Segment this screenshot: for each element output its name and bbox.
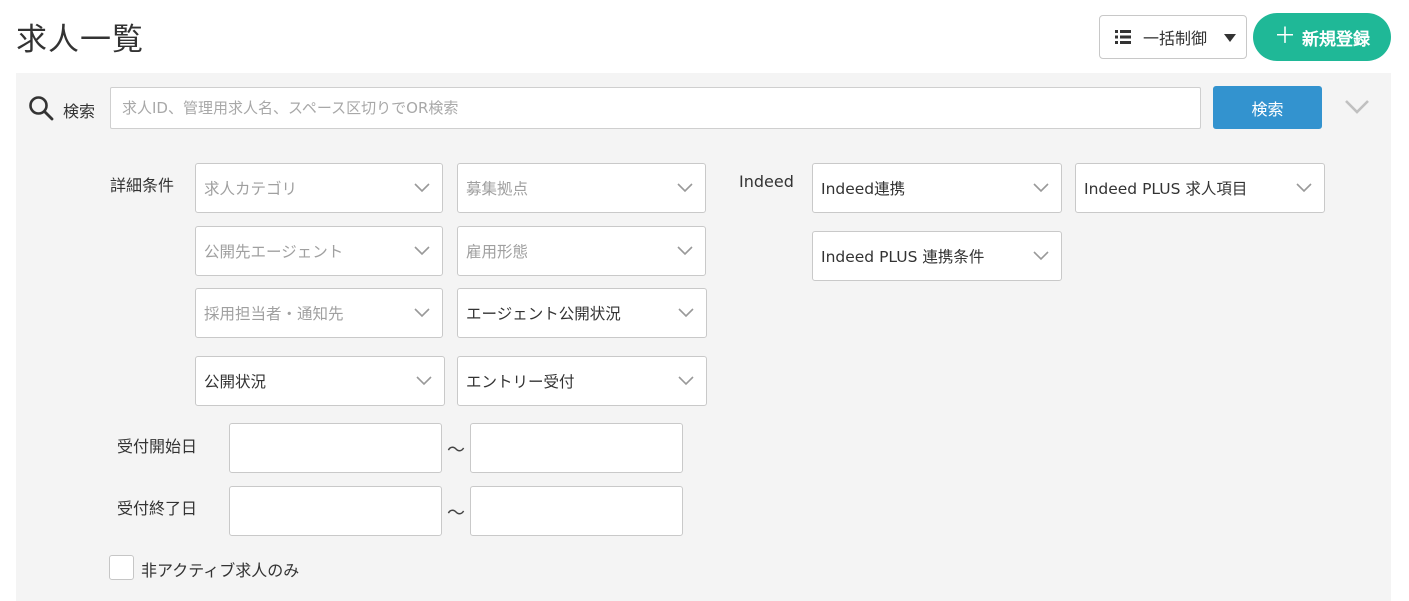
indeed-plus-condition-select[interactable]: Indeed PLUS 連携条件 — [812, 231, 1062, 281]
indeed-label: Indeed — [739, 172, 794, 191]
bulk-control-label: 一括制御 — [1143, 29, 1208, 48]
entry-acceptance-label: エントリー受付 — [466, 373, 575, 391]
public-status-label: 公開状況 — [204, 373, 267, 391]
agent-public-status-label: エージェント公開状況 — [466, 305, 621, 323]
start-date-to-input[interactable] — [470, 423, 683, 473]
indeed-plus-condition-label: Indeed PLUS 連携条件 — [821, 248, 985, 266]
employment-type-placeholder: 雇用形態 — [466, 243, 529, 261]
chevron-down-icon — [414, 183, 430, 193]
entry-acceptance-select[interactable]: エントリー受付 — [457, 356, 707, 406]
employment-type-select[interactable]: 雇用形態 — [457, 226, 706, 276]
acceptance-start-date-label: 受付開始日 — [117, 437, 198, 456]
recruiting-base-placeholder: 募集拠点 — [466, 180, 529, 198]
end-date-from-input[interactable] — [229, 486, 442, 536]
bulk-control-dropdown[interactable]: 一括制御 — [1099, 15, 1247, 59]
new-register-label: 新規登録 — [1302, 29, 1370, 50]
plus-icon: ＋ — [1273, 24, 1296, 49]
end-date-to-input[interactable] — [470, 486, 683, 536]
chevron-down-icon — [1296, 183, 1312, 193]
indeed-plus-job-item-select[interactable]: Indeed PLUS 求人項目 — [1075, 163, 1325, 213]
inactive-only-label[interactable]: 非アクティブ求人のみ — [141, 557, 299, 581]
chevron-down-icon — [414, 308, 430, 318]
public-status-select[interactable]: 公開状況 — [195, 356, 445, 406]
chevron-down-icon — [1033, 251, 1049, 261]
search-input[interactable] — [110, 87, 1201, 129]
caret-down-icon — [1224, 34, 1236, 42]
chevron-down-icon — [677, 246, 693, 256]
indeed-plus-job-item-label: Indeed PLUS 求人項目 — [1084, 180, 1248, 198]
recruiter-select[interactable]: 採用担当者・通知先 — [195, 288, 443, 338]
agent-public-status-select[interactable]: エージェント公開状況 — [457, 288, 707, 338]
indeed-integration-select[interactable]: Indeed連携 — [812, 163, 1062, 213]
chevron-down-icon — [678, 308, 694, 318]
job-category-placeholder: 求人カテゴリ — [204, 180, 298, 198]
date-range-separator: ～ — [447, 440, 465, 461]
job-category-select[interactable]: 求人カテゴリ — [195, 163, 443, 213]
search-icon — [29, 96, 54, 121]
date-range-separator: ～ — [447, 503, 465, 524]
chevron-down-icon — [1033, 183, 1049, 193]
page-title: 求人一覧 — [16, 22, 144, 58]
new-register-button[interactable]: ＋ 新規登録 — [1253, 13, 1391, 61]
start-date-from-input[interactable] — [229, 423, 442, 473]
chevron-down-icon — [677, 183, 693, 193]
chevron-down-icon — [414, 246, 430, 256]
chevron-down-icon — [416, 376, 432, 386]
chevron-down-icon[interactable] — [1344, 98, 1370, 116]
search-button[interactable]: 検索 — [1213, 86, 1322, 129]
indeed-integration-label: Indeed連携 — [821, 180, 906, 198]
acceptance-end-date-label: 受付終了日 — [117, 499, 198, 518]
chevron-down-icon — [678, 376, 694, 386]
public-agent-placeholder: 公開先エージェント — [204, 243, 344, 261]
recruiter-placeholder: 採用担当者・通知先 — [204, 305, 344, 323]
search-label: 検索 — [63, 102, 96, 121]
list-icon — [1115, 30, 1131, 44]
public-agent-select[interactable]: 公開先エージェント — [195, 226, 443, 276]
inactive-only-checkbox[interactable] — [109, 555, 134, 580]
detail-conditions-label: 詳細条件 — [110, 176, 175, 195]
recruiting-base-select[interactable]: 募集拠点 — [457, 163, 706, 213]
